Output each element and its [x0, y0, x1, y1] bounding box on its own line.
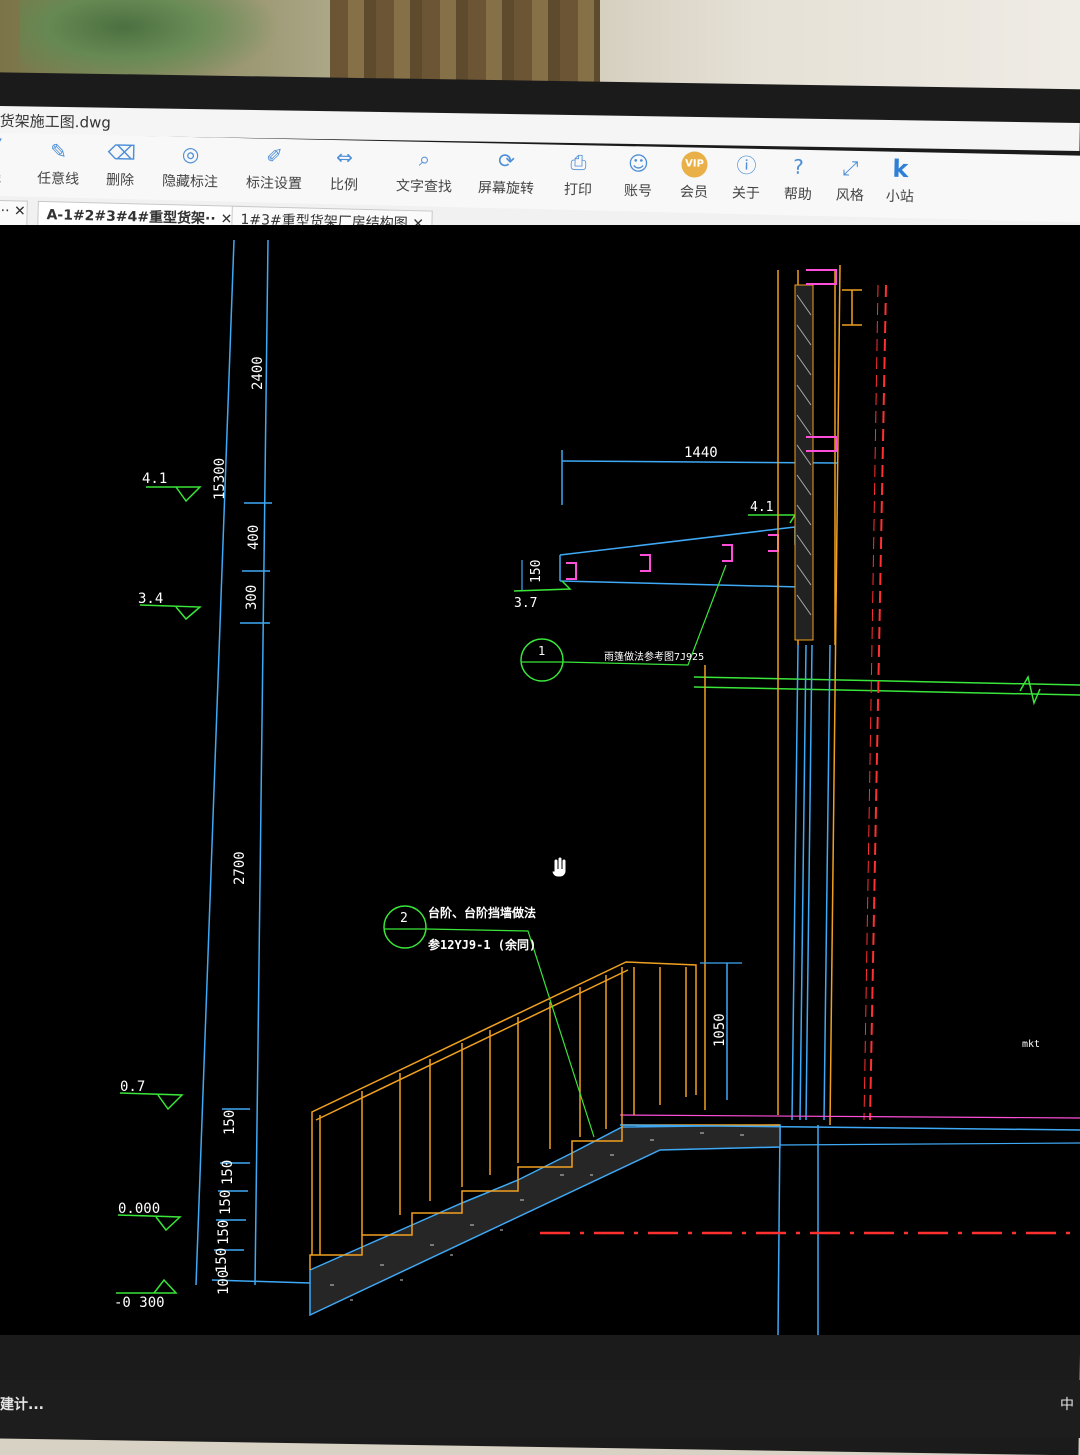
- dim-150-c: 150: [218, 1190, 234, 1215]
- level-0-000: 0.000: [118, 1201, 160, 1217]
- right-area-label: mkt: [1022, 1039, 1040, 1050]
- style-icon: ⤢: [842, 155, 859, 180]
- canopy: 1440 150 4.1 3.7: [513, 445, 839, 611]
- level-minus-0-300: -0 300: [114, 1295, 165, 1311]
- tool-delete[interactable]: ⌫ 删除: [85, 139, 156, 190]
- canopy-width: 1440: [684, 445, 718, 461]
- canopy-level-top: 4.1: [750, 500, 773, 515]
- left-dimension-lines: [195, 239, 311, 1286]
- text-search-icon: ⌕: [418, 146, 431, 172]
- k-icon: k: [892, 154, 909, 184]
- tool-station[interactable]: k 小站: [865, 155, 936, 206]
- left-dimension-texts: 2400 15300 400 300 2700 150 150 150 150 …: [212, 356, 266, 1295]
- rail-height: 1050: [712, 1013, 728, 1047]
- user-icon: ☺: [627, 151, 650, 176]
- tool-text-search[interactable]: ⌕ 文字查找: [389, 145, 460, 196]
- dim-400: 400: [246, 525, 262, 550]
- callout-2-number: 2: [400, 911, 408, 926]
- status-text: 建计...: [0, 1397, 44, 1413]
- wall-section: [704, 264, 887, 1336]
- dim-150-d: 150: [216, 1220, 232, 1245]
- level-4-1: 4.1: [142, 471, 167, 487]
- canopy-level-bottom: 3.7: [514, 596, 537, 611]
- break-line: [693, 674, 1080, 706]
- dim-150-e: 150: [214, 1248, 230, 1273]
- tool-freehand[interactable]: ✎ 任意线: [23, 138, 94, 189]
- cad-canvas[interactable]: 2400 15300 400 300 2700 150 150 150 150 …: [0, 225, 1080, 1336]
- eraser-icon: ⌫: [107, 140, 137, 165]
- callout-2-line2: 参12YJ9-1 (余同): [428, 937, 536, 952]
- callout-1-text: 雨篷做法参考图7J925: [604, 650, 704, 663]
- dim-300: 300: [244, 585, 260, 610]
- pen-icon: ✎: [49, 139, 68, 164]
- callout-1-number: 1: [538, 644, 545, 658]
- tool-hide-dims[interactable]: ◎ 隐藏标注: [155, 140, 226, 191]
- rail-height-dim: 1050: [700, 962, 742, 1100]
- dim-150-a: 150: [222, 1110, 238, 1135]
- screen-rotate-icon: ⟳: [497, 148, 516, 173]
- printer-icon: ⎙: [570, 149, 587, 175]
- dim-15300: 15300: [212, 458, 228, 500]
- dimension-settings-icon: ✐: [265, 143, 284, 168]
- info-icon: ⓘ: [736, 153, 757, 178]
- hand-cursor-icon: [551, 856, 567, 878]
- dim-2400: 2400: [250, 356, 266, 390]
- tool-scale[interactable]: ⇔ 比例: [309, 143, 380, 194]
- level-3-4: 3.4: [138, 591, 163, 607]
- tool-dim-settings[interactable]: ✐ 标注设置: [239, 142, 310, 193]
- callout-2: 2 台阶、台阶挡墙做法 参12YJ9-1 (余同): [383, 905, 595, 1138]
- scale-icon: ⇔: [335, 145, 354, 170]
- dim-100: 100: [216, 1270, 232, 1295]
- dim-150-b: 150: [220, 1160, 236, 1185]
- status-bar: 建计... 中: [0, 1380, 1080, 1438]
- eye-off-icon: ◎: [181, 141, 200, 167]
- stairs: [309, 1114, 1080, 1317]
- window-title: 货架施工图.dwg: [0, 111, 111, 132]
- dim-2700: 2700: [232, 851, 248, 885]
- cad-drawing[interactable]: 2400 15300 400 300 2700 150 150 150 150 …: [0, 225, 1080, 1336]
- level-markers: [116, 486, 202, 1294]
- level-texts: 4.1 3.4 0.7 0.000 -0 300: [114, 471, 167, 1311]
- vip-icon: VIP: [681, 151, 708, 178]
- tool-screen-rotate[interactable]: ⟳ 屏幕旋转: [471, 147, 542, 198]
- input-method-indicator[interactable]: 中: [1060, 1394, 1074, 1414]
- level-0-7: 0.7: [120, 1079, 145, 1095]
- help-icon: ?: [792, 154, 805, 179]
- canopy-thickness: 150: [529, 560, 544, 583]
- callout-2-line1: 台阶、台阶挡墙做法: [428, 905, 536, 920]
- line-icon: ╱: [0, 137, 8, 164]
